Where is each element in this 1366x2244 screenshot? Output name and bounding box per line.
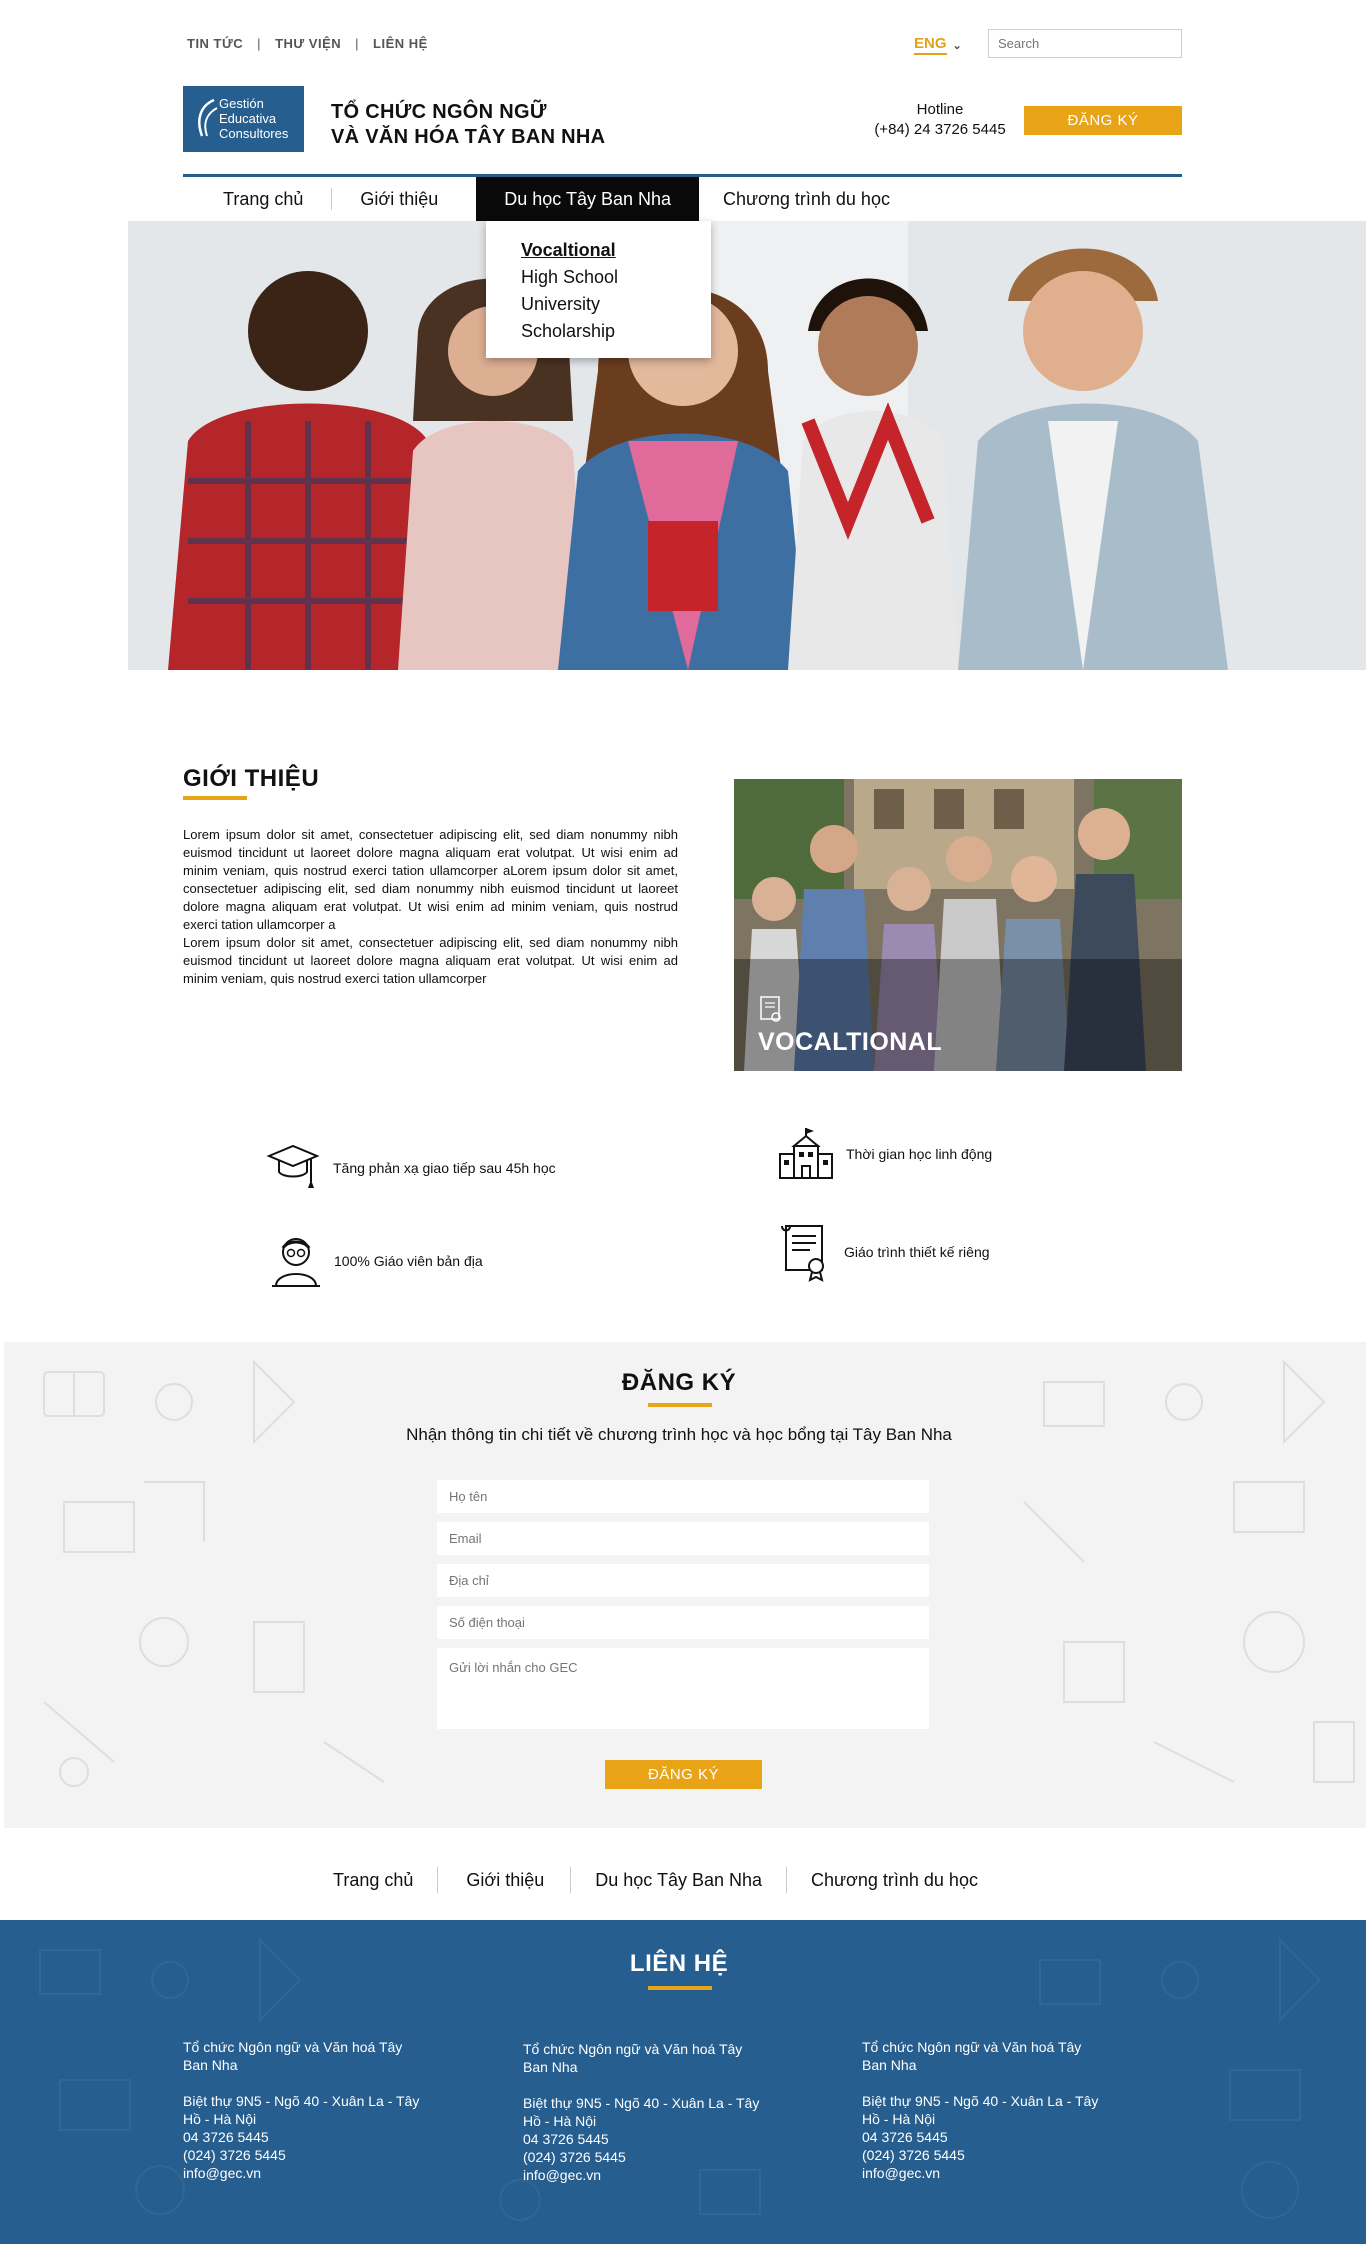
register-title: ĐĂNG KÝ (621, 1369, 737, 1396)
logo-text-1: Gestión (219, 96, 264, 111)
address-field[interactable] (437, 1564, 929, 1597)
nav-about[interactable]: Giới thiệu (332, 177, 476, 221)
contact-title: LIÊN HỆ (629, 1950, 729, 1977)
title-underline (648, 1403, 712, 1407)
dropdown-item-vocational[interactable]: Vocaltional (521, 237, 711, 264)
hero-image (128, 221, 1366, 670)
school-building-icon (779, 1128, 833, 1179)
main-nav: Trang chủ Giới thiệu Du học Tây Ban Nha … (183, 177, 918, 221)
study-spain-dropdown: Vocaltional High School University Schol… (486, 221, 711, 358)
top-link-library[interactable]: THƯ VIỆN (275, 36, 341, 51)
language-label: ENG (914, 35, 947, 55)
feature-label: Thời gian học linh động (846, 1146, 993, 1162)
contact-address: Biệt thự 9N5 - Ngõ 40 - Xuân La - Tây Hồ… (183, 2093, 420, 2127)
contact-org-name: Tổ chức Ngôn ngữ và Văn hoá Tây Ban Nha (862, 2039, 1082, 2073)
email-field[interactable] (437, 1522, 929, 1555)
contact-org-name: Tổ chức Ngôn ngữ và Văn hoá Tây Ban Nha (523, 2041, 743, 2075)
feature-label: Giáo trình thiết kế riêng (844, 1244, 990, 1260)
org-name-line1: TỔ CHỨC NGÔN NGỮ (331, 101, 547, 123)
feature-label: 100% Giáo viên bản địa (334, 1253, 483, 1269)
org-name-line2: VÀ VĂN HÓA TÂY BAN NHA (331, 126, 606, 148)
footer-nav-home[interactable]: Trang chủ (309, 1870, 437, 1891)
certificate-icon (760, 996, 781, 1022)
contact-phone[interactable]: 04 3726 5445 (862, 2128, 1102, 2146)
footer-nav-about[interactable]: Giới thiệu (438, 1870, 570, 1891)
contact-phone[interactable]: (024) 3726 5445 (523, 2148, 763, 2166)
graduation-cap-icon (266, 1144, 320, 1188)
contact-email[interactable]: info@gec.vn (862, 2164, 1102, 2182)
language-selector[interactable]: ENG ⌄ (914, 35, 962, 55)
students-photo (128, 221, 1366, 670)
contact-phone[interactable]: 04 3726 5445 (183, 2128, 423, 2146)
dropdown-item-university[interactable]: University (521, 291, 711, 318)
feature-item: Thời gian học linh động (778, 1126, 992, 1182)
register-button-top[interactable]: ĐĂNG KÝ (1024, 106, 1182, 135)
intro-title: GIỚI THIỆU (183, 765, 320, 792)
contact-address: Biệt thự 9N5 - Ngõ 40 - Xuân La - Tây Hồ… (862, 2093, 1099, 2127)
register-submit-button[interactable]: ĐĂNG KÝ (605, 1760, 762, 1789)
vocational-caption: VOCALTIONAL (758, 1028, 943, 1056)
curriculum-document-icon (781, 1225, 824, 1282)
vocational-card[interactable]: VOCALTIONAL (734, 779, 1182, 1071)
dropdown-item-scholarship[interactable]: Scholarship (521, 318, 711, 345)
logo[interactable]: Gestión Educativa Consultores (183, 86, 304, 152)
register-subtitle: Nhận thông tin chi tiết về chương trình … (406, 1425, 952, 1444)
contact-email[interactable]: info@gec.vn (183, 2164, 423, 2182)
separator: | (355, 36, 360, 51)
footer-nav-programs[interactable]: Chương trình du học (787, 1870, 1002, 1891)
chevron-down-icon: ⌄ (952, 39, 962, 52)
intro-text: Lorem ipsum dolor sit amet, consectetuer… (183, 826, 678, 988)
title-underline (183, 796, 247, 800)
search-input[interactable] (988, 29, 1182, 58)
footer-nav-study-spain[interactable]: Du học Tây Ban Nha (571, 1870, 786, 1891)
phone-field[interactable] (437, 1606, 929, 1639)
contact-column: Tổ chức Ngôn ngữ và Văn hoá Tây Ban Nha … (862, 2038, 1102, 2182)
title-underline (648, 1986, 712, 1990)
logo-text-3: Consultores (219, 126, 289, 141)
feature-item: 100% Giáo viên bản địa (270, 1234, 483, 1288)
nav-home[interactable]: Trang chủ (183, 177, 331, 221)
top-links: TIN TỨC | THƯ VIỆN | LIÊN HỆ (187, 36, 428, 51)
contact-phone[interactable]: 04 3726 5445 (523, 2130, 763, 2148)
top-link-contact[interactable]: LIÊN HỆ (373, 36, 428, 51)
nav-programs[interactable]: Chương trình du học (699, 177, 918, 221)
contact-column: Tổ chức Ngôn ngữ và Văn hoá Tây Ban Nha … (183, 2038, 423, 2182)
org-name: TỔ CHỨC NGÔN NGỮ VÀ VĂN HÓA TÂY BAN NHA (331, 100, 605, 150)
dropdown-item-high-school[interactable]: High School (521, 264, 711, 291)
logo-text-2: Educativa (219, 111, 277, 126)
hotline: Hotline (+84) 24 3726 5445 (860, 100, 1020, 140)
contact-column: Tổ chức Ngôn ngữ và Văn hoá Tây Ban Nha … (523, 2040, 763, 2184)
nav-study-spain[interactable]: Du học Tây Ban Nha (476, 177, 699, 221)
intro-paragraph: Lorem ipsum dolor sit amet, consectetuer… (183, 935, 678, 986)
hotline-label: Hotline (916, 101, 964, 118)
top-link-news[interactable]: TIN TỨC (187, 36, 243, 51)
intro-paragraph: Lorem ipsum dolor sit amet, consectetuer… (183, 827, 678, 932)
feature-item: Tăng phản xạ giao tiếp sau 45h học (265, 1142, 556, 1194)
name-field[interactable] (437, 1480, 929, 1513)
feature-item: Giáo trình thiết kế riêng (778, 1222, 990, 1282)
contact-address: Biệt thự 9N5 - Ngõ 40 - Xuân La - Tây Hồ… (523, 2095, 760, 2129)
contact-email[interactable]: info@gec.vn (523, 2166, 763, 2184)
teacher-icon (272, 1238, 320, 1287)
footer-nav: Trang chủ Giới thiệu Du học Tây Ban Nha … (309, 1862, 1002, 1898)
contact-phone[interactable]: (024) 3726 5445 (862, 2146, 1102, 2164)
message-field[interactable] (437, 1648, 929, 1729)
feature-label: Tăng phản xạ giao tiếp sau 45h học (333, 1160, 556, 1176)
logo-mark-icon (198, 98, 218, 137)
contact-org-name: Tổ chức Ngôn ngữ và Văn hoá Tây Ban Nha (183, 2039, 403, 2073)
contact-phone[interactable]: (024) 3726 5445 (183, 2146, 423, 2164)
hotline-number[interactable]: (+84) 24 3726 5445 (860, 120, 1020, 140)
separator: | (257, 36, 262, 51)
